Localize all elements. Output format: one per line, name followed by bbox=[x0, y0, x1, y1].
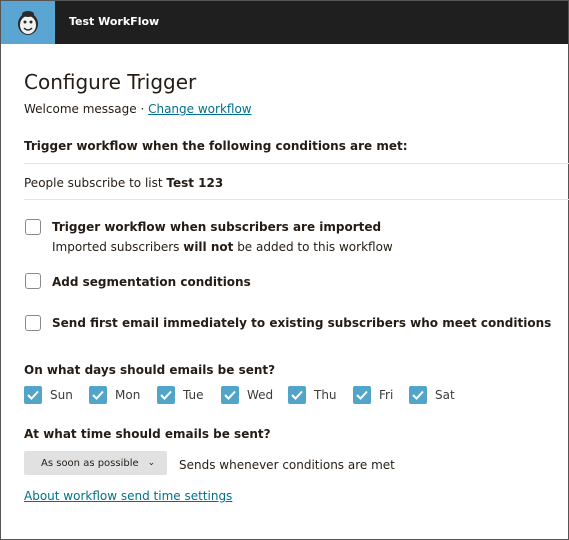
send-time-value: As soon as possible bbox=[41, 457, 139, 469]
day-checkbox[interactable] bbox=[409, 386, 427, 404]
day-option-mon[interactable]: Mon bbox=[89, 386, 140, 404]
time-question: At what time should emails be sent? bbox=[24, 427, 271, 441]
checkmark-icon bbox=[291, 390, 303, 400]
imported-note: Imported subscribers will not be added t… bbox=[52, 240, 393, 254]
day-option-tue[interactable]: Tue bbox=[157, 386, 204, 404]
days-question: On what days should emails be sent? bbox=[24, 363, 276, 377]
list-prefix: People subscribe to list bbox=[24, 176, 167, 190]
day-label: Sat bbox=[435, 388, 455, 402]
divider bbox=[24, 163, 569, 164]
top-bar: Test WorkFlow bbox=[1, 1, 568, 44]
day-label: Mon bbox=[115, 388, 141, 402]
day-checkbox[interactable] bbox=[221, 386, 239, 404]
day-option-sun[interactable]: Sun bbox=[24, 386, 73, 404]
day-label: Wed bbox=[247, 388, 274, 402]
page-title: Configure Trigger bbox=[24, 70, 197, 94]
send-existing-checkbox[interactable] bbox=[25, 315, 41, 331]
freddie-logo-icon bbox=[18, 10, 38, 35]
imported-label: Trigger workflow when subscribers are im… bbox=[52, 220, 382, 234]
day-checkbox[interactable] bbox=[24, 386, 42, 404]
note-suffix: be added to this workflow bbox=[233, 240, 393, 254]
list-name: Test 123 bbox=[166, 176, 224, 190]
checkmark-icon bbox=[160, 390, 172, 400]
day-label: Sun bbox=[50, 388, 73, 402]
day-option-thu[interactable]: Thu bbox=[288, 386, 337, 404]
list-condition: People subscribe to list Test 123 bbox=[24, 176, 223, 190]
send-time-settings-link[interactable]: About workflow send time settings bbox=[24, 489, 232, 503]
chevron-down-icon: ⌄ bbox=[147, 458, 156, 468]
workflow-type: Welcome message bbox=[24, 102, 137, 116]
checkmark-icon bbox=[356, 390, 368, 400]
day-label: Fri bbox=[379, 388, 394, 402]
day-checkbox[interactable] bbox=[353, 386, 371, 404]
note-prefix: Imported subscribers bbox=[52, 240, 184, 254]
day-option-wed[interactable]: Wed bbox=[221, 386, 273, 404]
day-checkbox[interactable] bbox=[288, 386, 306, 404]
conditions-heading: Trigger workflow when the following cond… bbox=[24, 139, 408, 153]
send-time-description: Sends whenever conditions are met bbox=[179, 458, 395, 472]
send-time-dropdown[interactable]: As soon as possible ⌄ bbox=[24, 451, 167, 475]
day-checkbox[interactable] bbox=[157, 386, 175, 404]
change-workflow-link[interactable]: Change workflow bbox=[148, 102, 252, 116]
workflow-subline: Welcome message · Change workflow bbox=[24, 102, 252, 116]
workflow-title: Test WorkFlow bbox=[69, 15, 160, 28]
imported-checkbox[interactable] bbox=[25, 219, 41, 235]
day-label: Thu bbox=[314, 388, 337, 402]
checkmark-icon bbox=[27, 390, 39, 400]
divider bbox=[24, 199, 569, 200]
note-bold: will not bbox=[183, 240, 234, 254]
segmentation-checkbox[interactable] bbox=[25, 273, 41, 289]
checkmark-icon bbox=[412, 390, 424, 400]
day-option-fri[interactable]: Fri bbox=[353, 386, 393, 404]
send-existing-label: Send first email immediately to existing… bbox=[52, 316, 552, 330]
checkmark-icon bbox=[92, 390, 104, 400]
day-option-sat[interactable]: Sat bbox=[409, 386, 455, 404]
segmentation-label: Add segmentation conditions bbox=[52, 275, 251, 289]
app-logo[interactable] bbox=[1, 1, 55, 44]
checkmark-icon bbox=[224, 390, 236, 400]
separator: · bbox=[136, 102, 149, 116]
day-label: Tue bbox=[183, 388, 204, 402]
day-checkbox[interactable] bbox=[89, 386, 107, 404]
